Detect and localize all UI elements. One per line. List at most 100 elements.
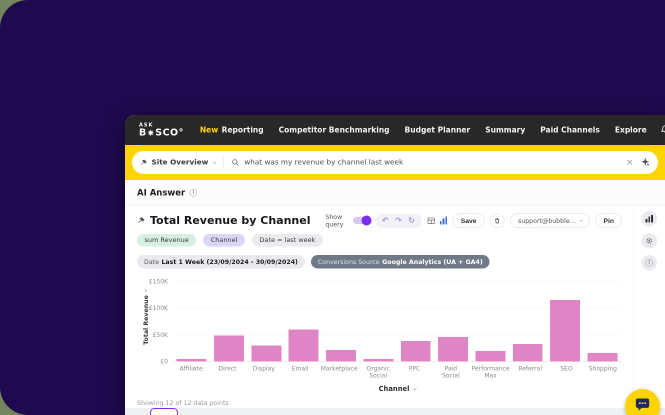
account-dropdown[interactable]: support@bubbledesi...: [510, 213, 590, 228]
nav-item-summary[interactable]: Summary: [485, 126, 525, 135]
chevron-down-icon: [413, 387, 417, 391]
clear-search-icon[interactable]: ×: [626, 158, 634, 167]
bar-affiliate[interactable]: [177, 359, 207, 362]
bar-email[interactable]: [289, 330, 319, 362]
search-divider: [223, 157, 224, 168]
query-tag-sum-revenue[interactable]: sum Revenue: [137, 234, 196, 247]
notifications-button[interactable]: 3: [660, 124, 665, 136]
nav-item-reporting[interactable]: New Reporting: [200, 126, 264, 135]
save-label: Save: [461, 217, 477, 225]
gear-icon: [646, 237, 654, 245]
filter-chips-row: DateLast 1 Week (23/09/2024 - 30/09/2024…: [137, 255, 626, 269]
info-button[interactable]: i: [642, 255, 658, 271]
ai-sparkle-icon[interactable]: [641, 157, 651, 169]
bosco-logo[interactable]: ASK B SCO°: [139, 123, 184, 138]
panel-controls: Show query ↶ ↷ ↻: [325, 213, 626, 228]
x-tick-label-seo: SEO: [548, 365, 584, 379]
plot-area: [173, 274, 621, 362]
chart-type-button[interactable]: [642, 211, 658, 227]
y-tick-label: £100K: [149, 305, 168, 312]
bar-slot-paid-social: [434, 274, 471, 362]
delete-button[interactable]: [490, 213, 505, 228]
chat-bubble-icon: [635, 397, 651, 413]
chart-view-icon[interactable]: [440, 217, 447, 225]
y-axis-title[interactable]: Total Revenue: [137, 274, 147, 362]
screenshot-stage: ASK B SCO° New Reporting Competitor Benchm…: [0, 0, 665, 415]
search-bar[interactable]: Site Overview what was my revenue by cha…: [132, 151, 658, 174]
starburst-icon: [147, 129, 155, 137]
x-tick-label-direct: Direct: [209, 365, 245, 379]
pin-icon: [140, 159, 148, 167]
bar-performance-max[interactable]: [475, 351, 505, 362]
bar-slot-marketplace: [322, 274, 359, 362]
x-tick-label-paid-social: Paid Social: [433, 365, 469, 379]
bar-paid-social[interactable]: [438, 337, 468, 362]
nav-item-new-badge: New: [200, 126, 218, 135]
logo-letters-sco: SCO°: [155, 128, 184, 138]
bar-slot-ppc: [397, 274, 434, 362]
bar-direct[interactable]: [214, 335, 244, 361]
nav-item-competitor-benchmarking[interactable]: Competitor Benchmarking: [279, 126, 390, 135]
top-navbar: ASK B SCO° New Reporting Competitor Benchm…: [125, 115, 665, 145]
nav-item-label: Explore: [615, 126, 647, 135]
x-tick-label-email: Email: [282, 365, 318, 379]
search-right-icons: ×: [626, 157, 650, 169]
main-row: Total Revenue by Channel Show query ↶ ↷ …: [125, 206, 665, 415]
query-tag-channel[interactable]: Channel: [203, 234, 245, 247]
filter-chip-conversions-source[interactable]: Conversions SourceGoogle Analytics (UA +…: [311, 255, 490, 269]
partially-visible-button[interactable]: [150, 408, 178, 415]
query-input[interactable]: what was my revenue by channel last week: [231, 159, 626, 167]
nav-item-label: Reporting: [222, 126, 264, 135]
redo-icon[interactable]: ↷: [395, 217, 402, 225]
nav-item-budget-planner[interactable]: Budget Planner: [405, 126, 471, 135]
search-icon: [231, 159, 239, 167]
bar-marketplace[interactable]: [326, 350, 356, 362]
bar-shopping[interactable]: [587, 353, 617, 362]
y-axis-tick-labels: £0£50K£100K£150K: [147, 274, 173, 362]
bar-organic-social[interactable]: [363, 359, 393, 362]
nav-item-explore[interactable]: Explore: [615, 126, 647, 135]
save-button[interactable]: Save: [453, 213, 485, 228]
bar-slot-affiliate: [173, 274, 210, 362]
y-tick-label: £150K: [149, 278, 168, 285]
bar-slot-shopping: [584, 274, 621, 362]
x-tick-label-display: Display: [246, 365, 282, 379]
panel-title-row: Total Revenue by Channel Show query ↶ ↷ …: [137, 213, 626, 228]
bar-chart: Total Revenue £0£50K£100K£150K Affiliate…: [137, 274, 626, 394]
table-view-icon[interactable]: [427, 216, 436, 225]
filter-chip-label: Conversions Source: [318, 258, 380, 266]
nav-right-cluster: 3 S: [660, 123, 665, 137]
filter-chip-value: Google Analytics (UA + GA4): [382, 258, 483, 266]
x-tick-label-organic-social: Organic Social: [360, 365, 396, 379]
query-tags-row: sum Revenue Channel Date = last week: [137, 234, 626, 247]
info-icon: i: [646, 259, 654, 267]
bar-referral[interactable]: [513, 344, 543, 362]
nav-item-paid-channels[interactable]: Paid Channels: [540, 126, 600, 135]
bar-seo[interactable]: [550, 300, 580, 361]
show-query-label: Show query: [325, 213, 347, 228]
x-axis-tick-labels: AffiliateDirectDisplayEmailMarketplaceOr…: [173, 365, 621, 379]
scope-selector[interactable]: Site Overview: [140, 159, 215, 167]
page-background: ASK B SCO° New Reporting Competitor Benchm…: [0, 0, 665, 415]
settings-button[interactable]: [642, 233, 658, 249]
bar-slot-direct: [210, 274, 247, 362]
show-query-toggle[interactable]: [353, 217, 370, 224]
logo-letter-b: B: [139, 128, 147, 138]
filter-chip-date[interactable]: DateLast 1 Week (23/09/2024 - 30/09/2024…: [137, 255, 305, 269]
query-tag-date-last-week[interactable]: Date = last week: [252, 234, 323, 247]
bar-ppc[interactable]: [401, 341, 431, 361]
bar-slot-referral: [509, 274, 546, 362]
pin-icon[interactable]: [137, 216, 146, 225]
pin-button[interactable]: Pin: [595, 213, 622, 228]
undo-icon[interactable]: ↶: [382, 217, 389, 225]
toggle-knob: [361, 216, 371, 226]
trash-icon: [494, 217, 501, 224]
bar-display[interactable]: [251, 346, 281, 362]
search-banner: Site Overview what was my revenue by cha…: [125, 145, 665, 180]
filter-chip-label: Date: [144, 258, 159, 266]
x-axis-title[interactable]: Channel: [173, 385, 621, 393]
ai-answer-header: AI Answer i: [125, 180, 665, 206]
refresh-icon[interactable]: ↻: [408, 217, 415, 225]
x-tick-label-referral: Referral: [512, 365, 548, 379]
info-icon[interactable]: i: [190, 189, 198, 197]
